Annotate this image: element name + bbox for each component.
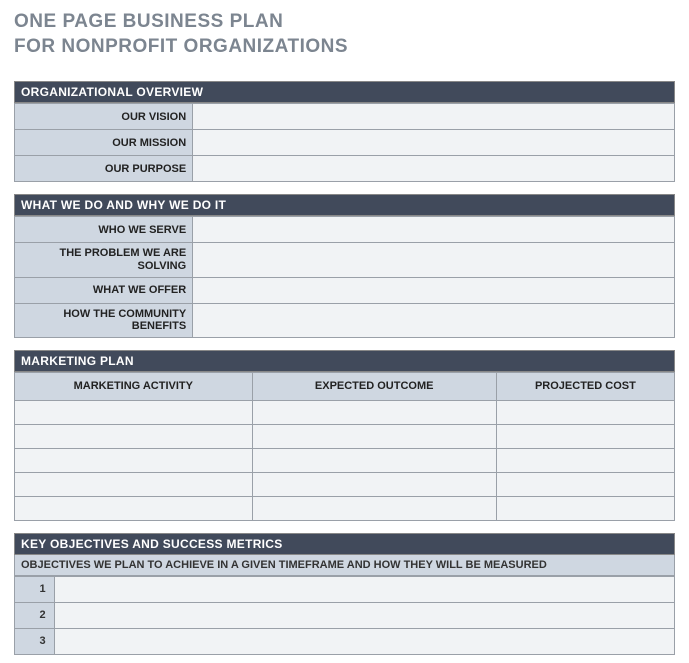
cell-activity[interactable] — [15, 424, 253, 448]
cell-outcome[interactable] — [252, 496, 496, 520]
table-row — [15, 496, 675, 520]
table-row: THE PROBLEM WE ARE SOLVING — [15, 243, 675, 277]
row-value[interactable] — [193, 277, 675, 303]
cell-activity[interactable] — [15, 496, 253, 520]
section-header-marketing: MARKETING PLAN — [14, 350, 675, 372]
section-header-what-we-do: WHAT WE DO AND WHY WE DO IT — [14, 194, 675, 216]
cell-cost[interactable] — [496, 448, 674, 472]
cell-outcome[interactable] — [252, 472, 496, 496]
table-row: 3 — [15, 628, 675, 654]
table-row: 2 — [15, 602, 675, 628]
row-label: WHAT WE OFFER — [15, 277, 193, 303]
objectives-subheader: OBJECTIVES WE PLAN TO ACHIEVE IN A GIVEN… — [14, 555, 675, 576]
page-container: ONE PAGE BUSINESS PLAN FOR NONPROFIT ORG… — [0, 0, 689, 663]
row-label: OUR PURPOSE — [15, 156, 193, 182]
table-row: OUR MISSION — [15, 130, 675, 156]
objectives-table: 1 2 3 — [14, 576, 675, 655]
cell-outcome[interactable] — [252, 448, 496, 472]
title-line-1: ONE PAGE BUSINESS PLAN — [14, 10, 675, 35]
objective-number: 1 — [15, 576, 55, 602]
row-label: WHO WE SERVE — [15, 217, 193, 243]
table-row: OUR VISION — [15, 104, 675, 130]
section-what-we-do: WHAT WE DO AND WHY WE DO IT WHO WE SERVE… — [14, 194, 675, 338]
page-title: ONE PAGE BUSINESS PLAN FOR NONPROFIT ORG… — [14, 8, 675, 69]
section-marketing: MARKETING PLAN MARKETING ACTIVITY EXPECT… — [14, 350, 675, 521]
objective-value[interactable] — [54, 576, 674, 602]
objective-number: 3 — [15, 628, 55, 654]
objective-number: 2 — [15, 602, 55, 628]
section-objectives: KEY OBJECTIVES AND SUCCESS METRICS OBJEC… — [14, 533, 675, 655]
table-row: 1 — [15, 576, 675, 602]
overview-table: OUR VISION OUR MISSION OUR PURPOSE — [14, 103, 675, 182]
table-header-row: MARKETING ACTIVITY EXPECTED OUTCOME PROJ… — [15, 372, 675, 400]
row-value[interactable] — [193, 156, 675, 182]
section-header-overview: ORGANIZATIONAL OVERVIEW — [14, 81, 675, 103]
row-label: THE PROBLEM WE ARE SOLVING — [15, 243, 193, 277]
table-row — [15, 424, 675, 448]
section-overview: ORGANIZATIONAL OVERVIEW OUR VISION OUR M… — [14, 81, 675, 182]
row-value[interactable] — [193, 130, 675, 156]
section-header-objectives: KEY OBJECTIVES AND SUCCESS METRICS — [14, 533, 675, 555]
row-value[interactable] — [193, 303, 675, 337]
cell-cost[interactable] — [496, 496, 674, 520]
cell-activity[interactable] — [15, 400, 253, 424]
table-row — [15, 448, 675, 472]
row-value[interactable] — [193, 217, 675, 243]
row-label: OUR MISSION — [15, 130, 193, 156]
table-row: HOW THE COMMUNITY BENEFITS — [15, 303, 675, 337]
row-label: OUR VISION — [15, 104, 193, 130]
col-header-outcome: EXPECTED OUTCOME — [252, 372, 496, 400]
table-row: WHO WE SERVE — [15, 217, 675, 243]
cell-activity[interactable] — [15, 472, 253, 496]
table-row — [15, 400, 675, 424]
objective-value[interactable] — [54, 602, 674, 628]
row-value[interactable] — [193, 243, 675, 277]
cell-cost[interactable] — [496, 400, 674, 424]
cell-activity[interactable] — [15, 448, 253, 472]
cell-cost[interactable] — [496, 472, 674, 496]
table-row: WHAT WE OFFER — [15, 277, 675, 303]
table-row — [15, 472, 675, 496]
objective-value[interactable] — [54, 628, 674, 654]
col-header-activity: MARKETING ACTIVITY — [15, 372, 253, 400]
cell-outcome[interactable] — [252, 424, 496, 448]
table-row: OUR PURPOSE — [15, 156, 675, 182]
row-label: HOW THE COMMUNITY BENEFITS — [15, 303, 193, 337]
title-line-2: FOR NONPROFIT ORGANIZATIONS — [14, 35, 675, 60]
cell-outcome[interactable] — [252, 400, 496, 424]
cell-cost[interactable] — [496, 424, 674, 448]
col-header-cost: PROJECTED COST — [496, 372, 674, 400]
row-value[interactable] — [193, 104, 675, 130]
what-we-do-table: WHO WE SERVE THE PROBLEM WE ARE SOLVING … — [14, 216, 675, 338]
marketing-table: MARKETING ACTIVITY EXPECTED OUTCOME PROJ… — [14, 372, 675, 521]
